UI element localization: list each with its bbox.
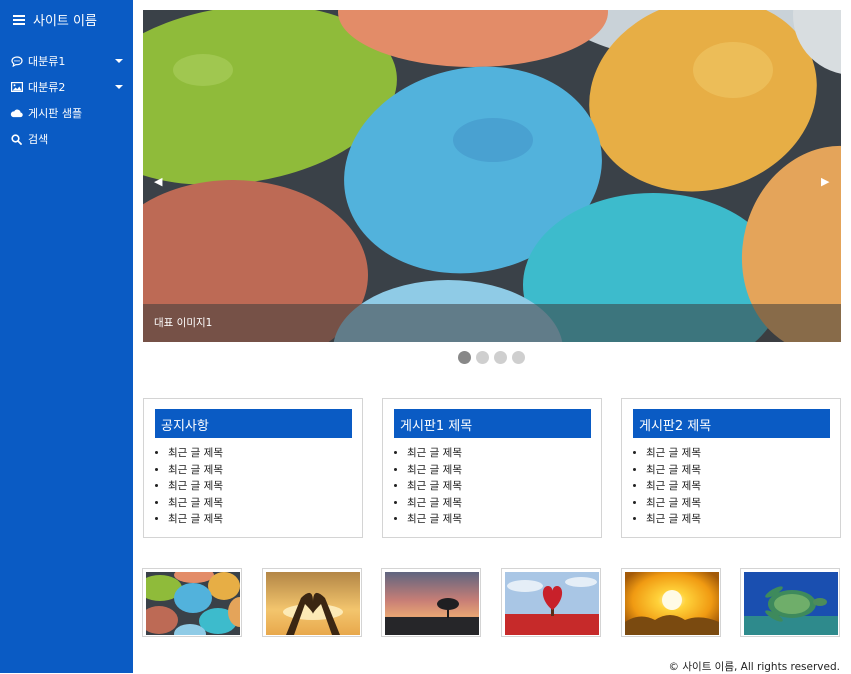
board-2: 게시판2 제목 최근 글 제목 최근 글 제목 최근 글 제목 최근 글 제목 …	[621, 398, 841, 538]
list-item[interactable]: 최근 글 제목	[168, 445, 223, 462]
thumbnail-image	[744, 572, 838, 635]
thumbnail-image	[625, 572, 719, 635]
chat-bubble-icon	[10, 55, 23, 68]
sidebar-nav: 대분류1 대분류2 게시판 샘플 검색	[0, 48, 133, 152]
slider-dot[interactable]	[476, 351, 489, 364]
sidebar-item-search[interactable]: 검색	[0, 126, 133, 152]
search-icon	[10, 133, 23, 146]
thumbnail-image	[505, 572, 599, 635]
list-item[interactable]: 최근 글 제목	[168, 478, 223, 495]
slider-dot[interactable]	[494, 351, 507, 364]
slide-caption: 대표 이미지1	[143, 304, 841, 342]
slider-pagination	[458, 351, 525, 364]
thumbnail-image	[266, 572, 360, 635]
caret-down-icon	[115, 59, 123, 63]
list-item[interactable]: 최근 글 제목	[407, 478, 462, 495]
recent-posts-list: 최근 글 제목 최근 글 제목 최근 글 제목 최근 글 제목 최근 글 제목	[407, 445, 462, 528]
thumbnail-image	[385, 572, 479, 635]
list-item[interactable]: 최근 글 제목	[646, 462, 701, 479]
list-item[interactable]: 최근 글 제목	[407, 511, 462, 528]
hero-slider: 대표 이미지1	[143, 10, 841, 342]
list-item[interactable]: 최근 글 제목	[168, 495, 223, 512]
board-title[interactable]: 게시판1 제목	[394, 409, 591, 438]
caret-down-icon	[115, 85, 123, 89]
list-item[interactable]: 최근 글 제목	[407, 495, 462, 512]
footer-copyright: © 사이트 이름, All rights reserved.	[668, 661, 840, 673]
sidebar-item-label: 게시판 샘플	[28, 107, 83, 120]
sidebar-item-category1[interactable]: 대분류1	[0, 48, 133, 74]
image-icon	[10, 81, 23, 94]
site-name[interactable]: 사이트 이름	[33, 10, 97, 29]
cloud-icon	[10, 107, 23, 120]
slider-prev-button[interactable]: ◀	[154, 175, 162, 188]
gallery-thumb-sea-turtle[interactable]	[740, 568, 840, 637]
list-item[interactable]: 최근 글 제목	[407, 445, 462, 462]
sidebar-item-label: 검색	[28, 133, 49, 146]
slider-next-button[interactable]: ▶	[821, 175, 829, 188]
list-item[interactable]: 최근 글 제목	[646, 495, 701, 512]
sidebar-item-label: 대분류1	[28, 55, 66, 68]
gallery-thumb-heart-hands[interactable]	[262, 568, 362, 637]
gallery-thumb-eggs[interactable]	[142, 568, 242, 637]
hamburger-menu-icon[interactable]	[13, 14, 25, 25]
gallery-thumb-heart-tree[interactable]	[501, 568, 601, 637]
sidebar-item-category2[interactable]: 대분류2	[0, 74, 133, 100]
recent-posts-list: 최근 글 제목 최근 글 제목 최근 글 제목 최근 글 제목 최근 글 제목	[646, 445, 701, 528]
board-notice: 공지사항 최근 글 제목 최근 글 제목 최근 글 제목 최근 글 제목 최근 …	[143, 398, 363, 538]
slider-dot[interactable]	[458, 351, 471, 364]
list-item[interactable]: 최근 글 제목	[646, 478, 701, 495]
sidebar: 사이트 이름 대분류1 대분류2 게시판 샘플 검색	[0, 0, 133, 673]
thumbnail-image	[146, 572, 240, 635]
list-item[interactable]: 최근 글 제목	[407, 462, 462, 479]
list-item[interactable]: 최근 글 제목	[646, 445, 701, 462]
hero-image	[143, 10, 841, 342]
gallery-thumb-sunset-clouds[interactable]	[621, 568, 721, 637]
recent-posts-list: 최근 글 제목 최근 글 제목 최근 글 제목 최근 글 제목 최근 글 제목	[168, 445, 223, 528]
list-item[interactable]: 최근 글 제목	[168, 511, 223, 528]
list-item[interactable]: 최근 글 제목	[168, 462, 223, 479]
list-item[interactable]: 최근 글 제목	[646, 511, 701, 528]
slider-dot[interactable]	[512, 351, 525, 364]
board-1: 게시판1 제목 최근 글 제목 최근 글 제목 최근 글 제목 최근 글 제목 …	[382, 398, 602, 538]
sidebar-item-board-sample[interactable]: 게시판 샘플	[0, 100, 133, 126]
board-title[interactable]: 공지사항	[155, 409, 352, 438]
sidebar-item-label: 대분류2	[28, 81, 66, 94]
board-title[interactable]: 게시판2 제목	[633, 409, 830, 438]
site-brand[interactable]: 사이트 이름	[13, 10, 97, 29]
gallery-thumb-lone-tree[interactable]	[381, 568, 481, 637]
